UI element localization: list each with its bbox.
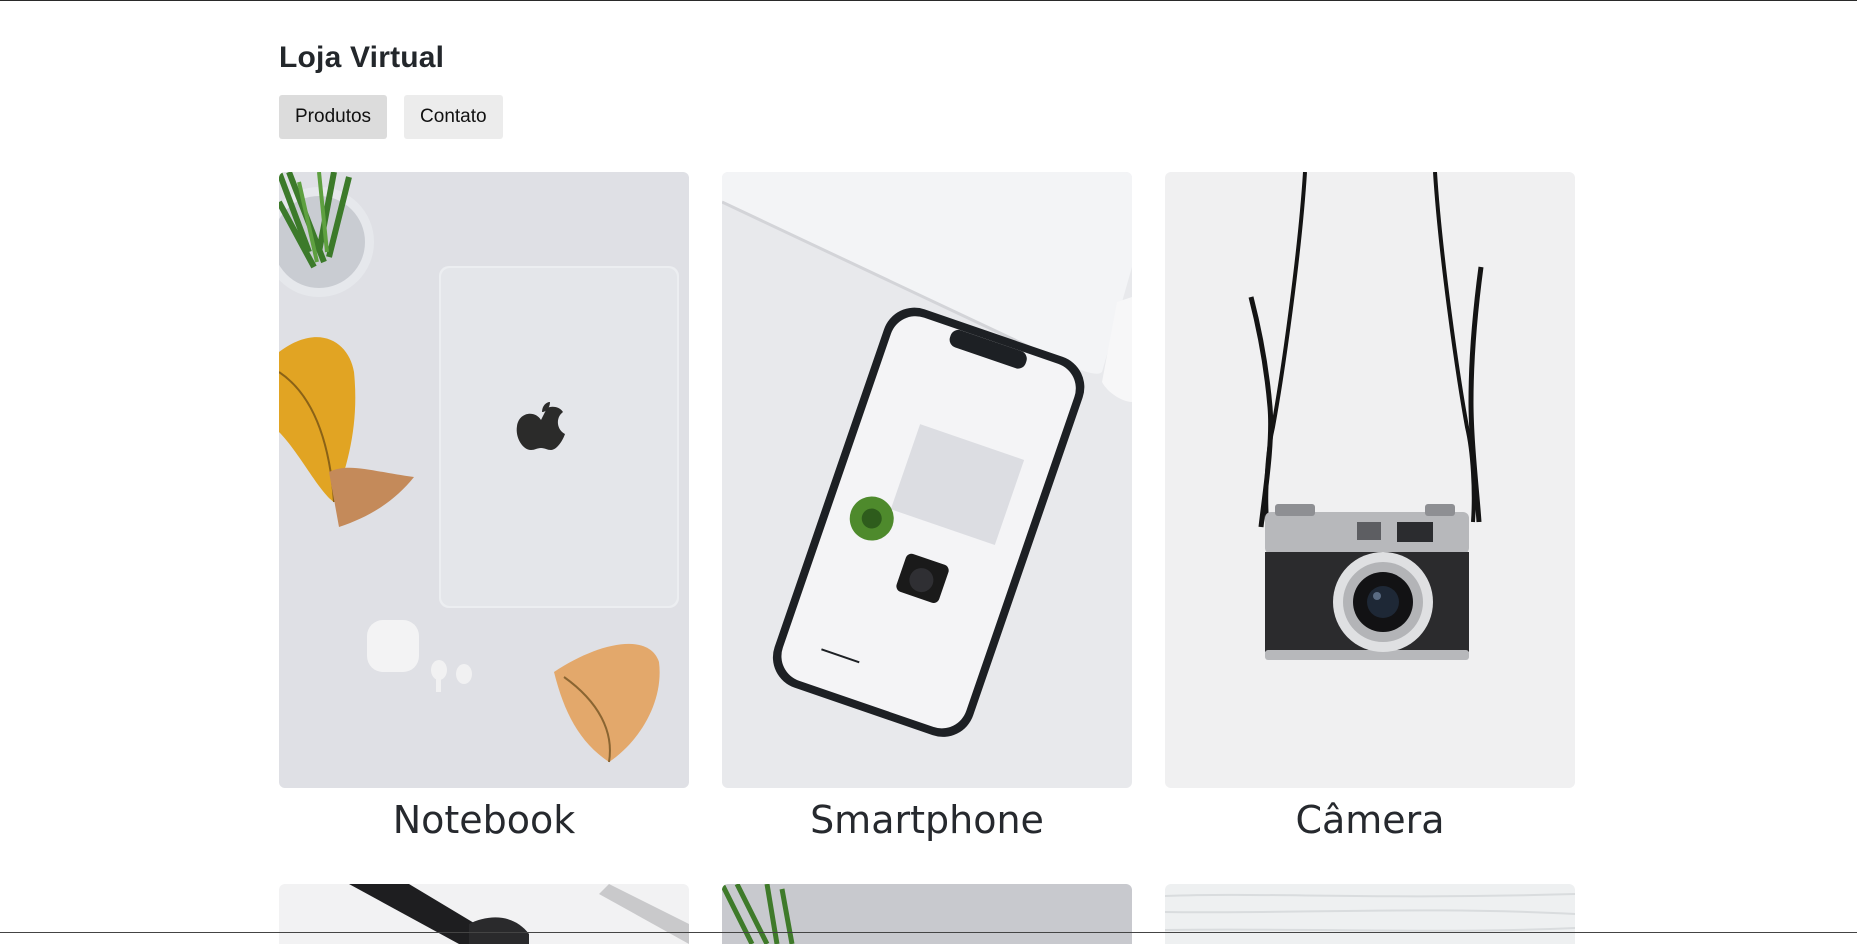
notebook-image[interactable] — [279, 172, 689, 788]
plant-photo-icon — [722, 884, 1132, 944]
camera-image[interactable] — [1165, 172, 1575, 788]
site-title: Loja Virtual — [279, 41, 445, 74]
nav-produtos-button[interactable]: Produtos — [279, 95, 388, 139]
smartphone-image[interactable] — [722, 172, 1132, 788]
top-border — [0, 0, 1857, 1]
product-title: Câmera — [1295, 798, 1445, 842]
product-card: Notebook — [279, 172, 689, 884]
product-thumb-partial[interactable] — [722, 884, 1132, 944]
main-nav: Produtos Contato — [279, 95, 503, 139]
product-title: Smartphone — [810, 798, 1044, 842]
camera-photo-icon — [1165, 172, 1575, 788]
watch-photo-icon — [279, 884, 689, 944]
notebook-photo-icon — [279, 172, 689, 788]
product-title: Notebook — [392, 798, 576, 842]
product-card: Smartphone — [722, 172, 1132, 884]
product-row-partial — [279, 884, 1575, 944]
wood-photo-icon — [1165, 884, 1575, 944]
product-thumb-partial[interactable] — [279, 884, 689, 944]
product-card: Câmera — [1165, 172, 1575, 884]
nav-contato-button[interactable]: Contato — [404, 95, 503, 139]
smartphone-photo-icon — [722, 172, 1132, 788]
product-grid: Notebook Smartphone Câmera — [279, 172, 1575, 884]
product-thumb-partial[interactable] — [1165, 884, 1575, 944]
